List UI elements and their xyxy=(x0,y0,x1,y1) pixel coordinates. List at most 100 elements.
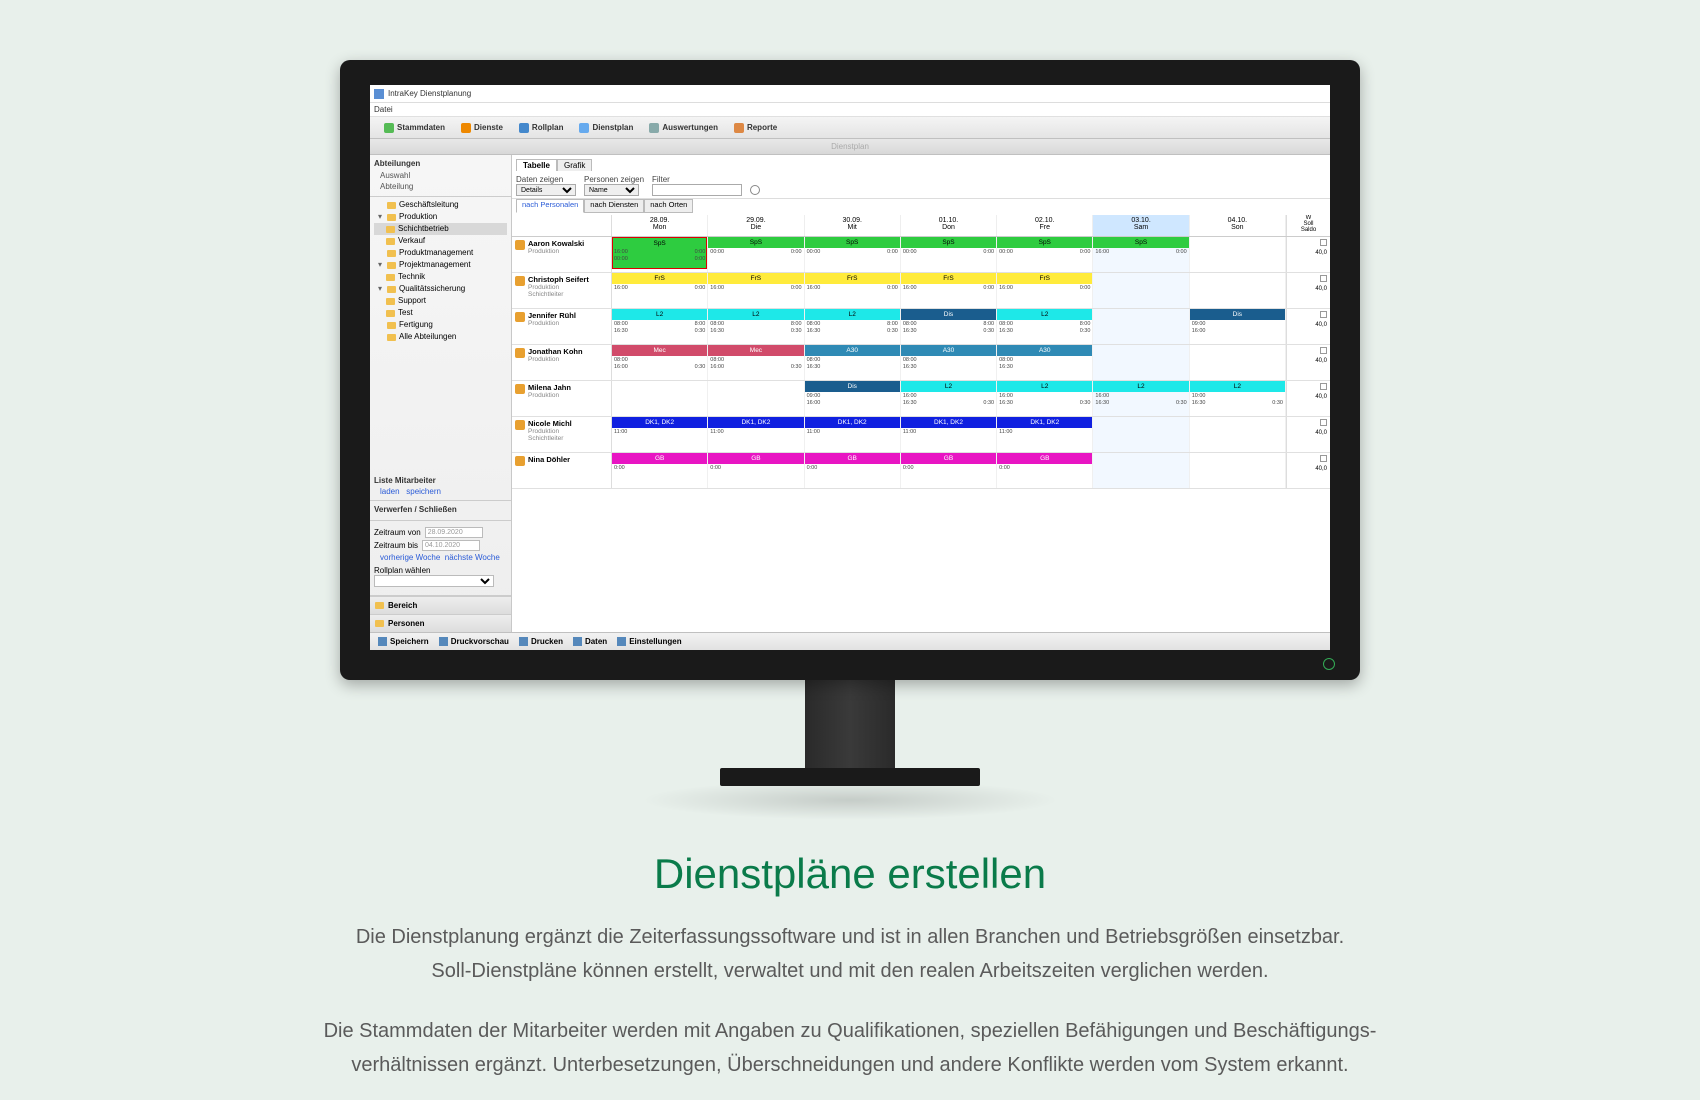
shift-block[interactable]: FrS xyxy=(708,273,803,284)
shift-cell[interactable]: GB0:00 xyxy=(805,453,901,488)
shift-cell[interactable]: L208:008:0016:300:30 xyxy=(997,309,1093,344)
shift-cell[interactable]: SpS00:000:00 xyxy=(997,237,1093,272)
tree-schichtbetrieb[interactable]: Schichtbetrieb xyxy=(374,223,507,235)
shift-cell[interactable]: Dis09:0016:00 xyxy=(805,381,901,416)
shift-block[interactable]: Mec xyxy=(708,345,803,356)
tree-qsicherung[interactable]: ▾Qualitätssicherung xyxy=(374,283,507,295)
shift-block[interactable]: DK1, DK2 xyxy=(805,417,900,428)
tree-produktmanagement[interactable]: Produktmanagement xyxy=(374,247,507,259)
shift-cell[interactable]: GB0:00 xyxy=(901,453,997,488)
shift-block[interactable]: SpS xyxy=(997,237,1092,248)
shift-block[interactable]: DK1, DK2 xyxy=(901,417,996,428)
rollplan-select[interactable] xyxy=(374,575,494,587)
shift-cell[interactable]: A3008:0016:30 xyxy=(805,345,901,380)
shift-cell[interactable] xyxy=(1190,273,1286,308)
shift-cell[interactable] xyxy=(612,381,708,416)
shift-block[interactable]: SpS xyxy=(708,237,803,248)
shift-block[interactable]: Dis xyxy=(805,381,900,392)
shift-cell[interactable] xyxy=(1190,345,1286,380)
accordion-personen[interactable]: Personen xyxy=(370,614,511,632)
shift-block[interactable]: FrS xyxy=(997,273,1092,284)
btn-einstellungen[interactable]: Einstellungen xyxy=(617,637,681,646)
tree-produktion[interactable]: ▾Produktion xyxy=(374,211,507,223)
shift-block[interactable]: L2 xyxy=(901,381,996,392)
tab-dienstplan[interactable]: Dienstplan xyxy=(571,121,641,135)
shift-cell[interactable]: Mec08:0016:000:30 xyxy=(612,345,708,380)
shift-cell[interactable]: L216:0016:300:30 xyxy=(901,381,997,416)
shift-block[interactable]: DK1, DK2 xyxy=(708,417,803,428)
shift-cell[interactable]: SpS00:000:00 xyxy=(708,237,804,272)
row-checkbox[interactable] xyxy=(1320,455,1327,462)
shift-cell[interactable]: DK1, DK211:00 xyxy=(901,417,997,452)
shift-block[interactable]: L2 xyxy=(1093,381,1188,392)
shift-block[interactable]: FrS xyxy=(805,273,900,284)
menu-datei[interactable]: Datei xyxy=(374,105,393,114)
daten-zeigen-select[interactable]: Details xyxy=(516,184,576,196)
viewtab-grafik[interactable]: Grafik xyxy=(557,159,592,171)
shift-cell[interactable] xyxy=(1190,453,1286,488)
shift-cell[interactable] xyxy=(1190,237,1286,272)
tab-stammdaten[interactable]: Stammdaten xyxy=(376,121,453,135)
shift-cell[interactable] xyxy=(1093,453,1189,488)
row-checkbox[interactable] xyxy=(1320,419,1327,426)
shift-cell[interactable] xyxy=(1093,417,1189,452)
shift-block[interactable]: GB xyxy=(901,453,996,464)
shift-block[interactable]: DK1, DK2 xyxy=(997,417,1092,428)
modetab-diensten[interactable]: nach Diensten xyxy=(584,199,644,213)
shift-cell[interactable]: SpS00:000:00 xyxy=(901,237,997,272)
link-speichern[interactable]: speichern xyxy=(406,487,441,496)
row-checkbox[interactable] xyxy=(1320,239,1327,246)
shift-cell[interactable]: GB0:00 xyxy=(708,453,804,488)
shift-block[interactable]: A30 xyxy=(997,345,1092,356)
shift-cell[interactable] xyxy=(1093,309,1189,344)
tab-reporte[interactable]: Reporte xyxy=(726,121,785,135)
shift-cell[interactable] xyxy=(1093,273,1189,308)
person-cell[interactable]: Nina Döhler xyxy=(512,453,612,488)
person-cell[interactable]: Aaron KowalskiProduktion xyxy=(512,237,612,272)
shift-cell[interactable]: DK1, DK211:00 xyxy=(612,417,708,452)
btn-drucken[interactable]: Drucken xyxy=(519,637,563,646)
shift-cell[interactable]: GB0:00 xyxy=(997,453,1093,488)
tree-projektmanagement[interactable]: ▾Projektmanagement xyxy=(374,259,507,271)
shift-block[interactable]: FrS xyxy=(901,273,996,284)
person-cell[interactable]: Jonathan KohnProduktion xyxy=(512,345,612,380)
shift-cell[interactable]: Mec08:0016:000:30 xyxy=(708,345,804,380)
tree-fertigung[interactable]: Fertigung xyxy=(374,319,507,331)
shift-block[interactable]: SpS xyxy=(1093,237,1188,248)
shift-block[interactable]: L2 xyxy=(1190,381,1285,392)
sidebar-abteilung[interactable]: Abteilung xyxy=(374,181,507,192)
shift-cell[interactable]: FrS16:000:00 xyxy=(612,273,708,308)
tab-auswertungen[interactable]: Auswertungen xyxy=(641,121,726,135)
tree-verkauf[interactable]: Verkauf xyxy=(374,235,507,247)
search-icon[interactable] xyxy=(750,185,760,195)
row-checkbox[interactable] xyxy=(1320,275,1327,282)
tree-test[interactable]: Test xyxy=(374,307,507,319)
person-cell[interactable]: Jennifer RühlProduktion xyxy=(512,309,612,344)
btn-daten[interactable]: Daten xyxy=(573,637,607,646)
shift-cell[interactable]: A3008:0016:30 xyxy=(901,345,997,380)
shift-cell[interactable]: FrS16:000:00 xyxy=(805,273,901,308)
shift-block[interactable]: SpS xyxy=(805,237,900,248)
filter-input[interactable] xyxy=(652,184,742,196)
shift-block[interactable]: A30 xyxy=(901,345,996,356)
shift-block[interactable]: GB xyxy=(708,453,803,464)
shift-cell[interactable] xyxy=(1093,345,1189,380)
shift-cell[interactable]: SpS00:000:00 xyxy=(805,237,901,272)
shift-block[interactable]: SpS xyxy=(901,237,996,248)
shift-cell[interactable]: L216:0016:300:30 xyxy=(1093,381,1189,416)
link-naechste-woche[interactable]: nächste Woche xyxy=(445,553,500,562)
shift-block[interactable]: L2 xyxy=(997,381,1092,392)
shift-block[interactable]: FrS xyxy=(612,273,707,284)
shift-cell[interactable]: L208:008:0016:300:30 xyxy=(612,309,708,344)
modetab-personalen[interactable]: nach Personalen xyxy=(516,199,584,213)
shift-block[interactable]: Dis xyxy=(1190,309,1285,320)
person-cell[interactable]: Nicole MichlProduktionSchichtleiter xyxy=(512,417,612,452)
shift-cell[interactable] xyxy=(708,381,804,416)
tab-rollplan[interactable]: Rollplan xyxy=(511,121,572,135)
sidebar-auswahl[interactable]: Auswahl xyxy=(374,170,507,181)
row-checkbox[interactable] xyxy=(1320,311,1327,318)
shift-block[interactable]: Dis xyxy=(901,309,996,320)
zeitraum-bis-input[interactable] xyxy=(422,540,480,551)
link-laden[interactable]: laden xyxy=(380,487,400,496)
shift-cell[interactable]: SpS16:000:0000:000:00 xyxy=(612,237,708,272)
